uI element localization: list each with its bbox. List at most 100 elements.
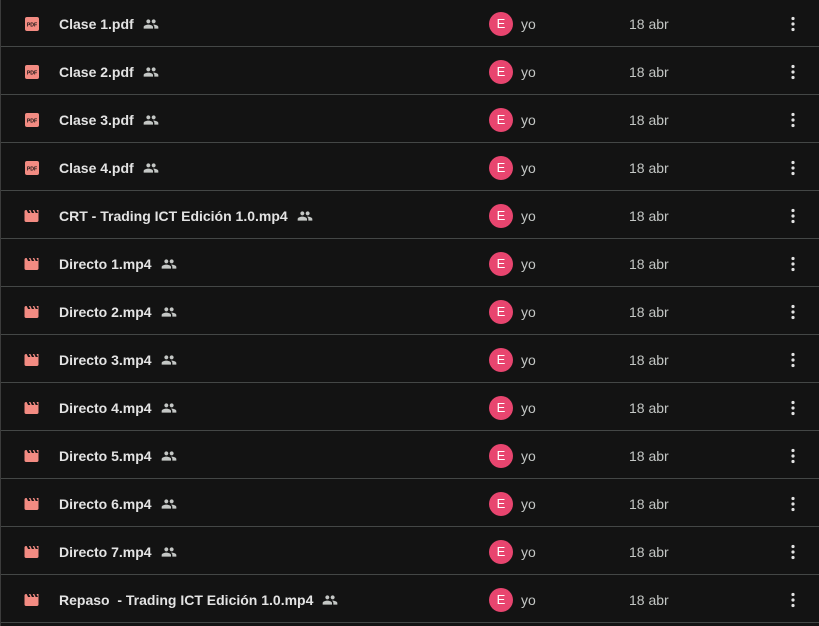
shared-people-icon <box>297 208 313 224</box>
svg-text:PDF: PDF <box>27 70 37 76</box>
svg-text:PDF: PDF <box>27 22 37 28</box>
owner-avatar[interactable]: E <box>489 348 513 372</box>
more-options-icon[interactable] <box>781 396 805 420</box>
more-options-icon[interactable] <box>781 108 805 132</box>
shared-people-icon <box>161 352 177 368</box>
modified-date: 18 abr <box>629 496 669 512</box>
modified-date: 18 abr <box>629 160 669 176</box>
file-name: Clase 4.pdf <box>59 160 134 176</box>
owner-name: yo <box>521 112 536 128</box>
modified-date: 18 abr <box>629 448 669 464</box>
file-row[interactable]: Directo 6.mp4 E yo 18 abr <box>1 480 819 527</box>
file-row[interactable]: Directo 4.mp4 E yo 18 abr <box>1 384 819 431</box>
file-row[interactable]: PDF Clase 4.pdf E yo 18 abr <box>1 144 819 191</box>
file-row[interactable]: PDF Clase 1.pdf E yo 18 abr <box>1 0 819 47</box>
video-icon <box>24 544 40 560</box>
owner-name: yo <box>521 16 536 32</box>
file-name: CRT - Trading ICT Edición 1.0.mp4 <box>59 208 288 224</box>
video-icon <box>24 256 40 272</box>
file-row[interactable]: Directo 2.mp4 E yo 18 abr <box>1 288 819 335</box>
file-name: Directo 7.mp4 <box>59 544 152 560</box>
modified-date: 18 abr <box>629 16 669 32</box>
file-name: Directo 3.mp4 <box>59 352 152 368</box>
owner-name: yo <box>521 400 536 416</box>
owner-name: yo <box>521 496 536 512</box>
file-row[interactable]: Directo 1.mp4 E yo 18 abr <box>1 240 819 287</box>
shared-people-icon <box>161 496 177 512</box>
modified-date: 18 abr <box>629 352 669 368</box>
shared-people-icon <box>161 544 177 560</box>
file-name: Directo 6.mp4 <box>59 496 152 512</box>
more-options-icon[interactable] <box>781 60 805 84</box>
video-icon <box>24 448 40 464</box>
owner-avatar[interactable]: E <box>489 588 513 612</box>
owner-avatar[interactable]: E <box>489 492 513 516</box>
modified-date: 18 abr <box>629 304 669 320</box>
owner-name: yo <box>521 64 536 80</box>
file-name: Clase 1.pdf <box>59 16 134 32</box>
owner-avatar[interactable]: E <box>489 300 513 324</box>
modified-date: 18 abr <box>629 544 669 560</box>
owner-avatar[interactable]: E <box>489 12 513 36</box>
shared-people-icon <box>161 256 177 272</box>
modified-date: 18 abr <box>629 112 669 128</box>
svg-text:PDF: PDF <box>27 166 37 172</box>
pdf-icon: PDF <box>24 64 40 80</box>
owner-avatar[interactable]: E <box>489 108 513 132</box>
owner-avatar[interactable]: E <box>489 204 513 228</box>
more-options-icon[interactable] <box>781 204 805 228</box>
shared-people-icon <box>161 400 177 416</box>
owner-name: yo <box>521 304 536 320</box>
file-row[interactable]: Repaso - Trading ICT Edición 1.0.mp4 E y… <box>1 576 819 623</box>
video-icon <box>24 496 40 512</box>
more-options-icon[interactable] <box>781 540 805 564</box>
file-row[interactable]: Directo 7.mp4 E yo 18 abr <box>1 528 819 575</box>
file-row[interactable]: PDF Clase 3.pdf E yo 18 abr <box>1 96 819 143</box>
video-icon <box>24 592 40 608</box>
owner-avatar[interactable]: E <box>489 156 513 180</box>
more-options-icon[interactable] <box>781 348 805 372</box>
shared-people-icon <box>143 16 159 32</box>
file-name: Clase 2.pdf <box>59 64 134 80</box>
shared-people-icon <box>143 112 159 128</box>
file-row[interactable]: PDF Clase 2.pdf E yo 18 abr <box>1 48 819 95</box>
pdf-icon: PDF <box>24 160 40 176</box>
file-row[interactable]: CRT - Trading ICT Edición 1.0.mp4 E yo 1… <box>1 192 819 239</box>
file-row[interactable]: Directo 3.mp4 E yo 18 abr <box>1 336 819 383</box>
file-name: Directo 5.mp4 <box>59 448 152 464</box>
modified-date: 18 abr <box>629 256 669 272</box>
more-options-icon[interactable] <box>781 300 805 324</box>
file-name: Clase 3.pdf <box>59 112 134 128</box>
modified-date: 18 abr <box>629 64 669 80</box>
modified-date: 18 abr <box>629 208 669 224</box>
owner-name: yo <box>521 256 536 272</box>
file-row[interactable]: Directo 5.mp4 E yo 18 abr <box>1 432 819 479</box>
owner-name: yo <box>521 208 536 224</box>
modified-date: 18 abr <box>629 400 669 416</box>
more-options-icon[interactable] <box>781 492 805 516</box>
shared-people-icon <box>143 160 159 176</box>
more-options-icon[interactable] <box>781 588 805 612</box>
more-options-icon[interactable] <box>781 156 805 180</box>
owner-avatar[interactable]: E <box>489 540 513 564</box>
owner-name: yo <box>521 160 536 176</box>
owner-name: yo <box>521 448 536 464</box>
pdf-icon: PDF <box>24 112 40 128</box>
file-name: Directo 4.mp4 <box>59 400 152 416</box>
more-options-icon[interactable] <box>781 444 805 468</box>
file-name: Repaso - Trading ICT Edición 1.0.mp4 <box>59 592 314 608</box>
file-name: Directo 1.mp4 <box>59 256 152 272</box>
shared-people-icon <box>161 448 177 464</box>
video-icon <box>24 304 40 320</box>
pdf-icon: PDF <box>24 16 40 32</box>
more-options-icon[interactable] <box>781 252 805 276</box>
owner-avatar[interactable]: E <box>489 396 513 420</box>
owner-avatar[interactable]: E <box>489 252 513 276</box>
file-list: PDF Clase 1.pdf E yo 18 abr PDF Clase 2.… <box>0 0 819 626</box>
owner-name: yo <box>521 592 536 608</box>
owner-avatar[interactable]: E <box>489 60 513 84</box>
video-icon <box>24 400 40 416</box>
video-icon <box>24 352 40 368</box>
owner-avatar[interactable]: E <box>489 444 513 468</box>
more-options-icon[interactable] <box>781 12 805 36</box>
